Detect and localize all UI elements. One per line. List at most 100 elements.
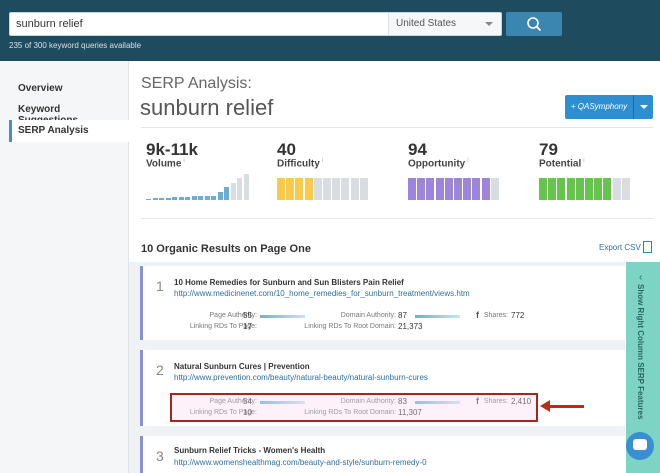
metric-segment bbox=[286, 178, 295, 200]
metric-segment bbox=[539, 178, 547, 200]
divider bbox=[141, 218, 653, 219]
result-rank: 1 bbox=[156, 278, 164, 294]
shares-value: 772 bbox=[511, 311, 525, 320]
metric-segment bbox=[575, 178, 584, 200]
volume-bar bbox=[191, 196, 197, 200]
metric-segment bbox=[304, 178, 313, 200]
volume-value: 9k-11k bbox=[146, 140, 198, 159]
volume-bar bbox=[152, 198, 158, 200]
sidebar-item-overview[interactable]: Overview bbox=[9, 78, 129, 100]
volume-bar bbox=[217, 191, 223, 200]
volume-bar bbox=[237, 178, 242, 200]
volume-bar bbox=[178, 197, 184, 200]
volume-bar bbox=[146, 198, 151, 200]
download-icon[interactable] bbox=[643, 241, 652, 253]
metric-segment bbox=[277, 178, 285, 200]
quota-text: 235 of 300 keyword queries available bbox=[9, 41, 142, 50]
chevron-down-icon bbox=[485, 22, 493, 26]
sidebar-item-keyword-suggestions[interactable]: Keyword Suggestions bbox=[9, 99, 129, 126]
difficulty-label: Difficulty i bbox=[277, 158, 324, 170]
metric-segment bbox=[603, 178, 612, 200]
difficulty-value: 40 bbox=[277, 140, 296, 159]
result-rank: 2 bbox=[156, 362, 164, 378]
volume-bar bbox=[224, 187, 229, 200]
volume-bar bbox=[243, 173, 249, 200]
result-title[interactable]: Sunburn Relief Tricks - Women's Health bbox=[174, 446, 325, 455]
country-select[interactable]: United States bbox=[388, 13, 501, 35]
sidebar: Overview Keyword Suggestions SERP Analys… bbox=[0, 61, 129, 473]
linking-rds-page-value: 17 bbox=[243, 322, 252, 331]
metric-segment bbox=[359, 178, 368, 200]
metric-segment bbox=[444, 178, 453, 200]
domain-authority-bar bbox=[415, 315, 460, 318]
info-icon: i bbox=[183, 158, 185, 164]
metric-segment bbox=[472, 178, 481, 200]
results-heading: 10 Organic Results on Page One bbox=[141, 243, 311, 255]
volume-bar bbox=[172, 197, 177, 200]
metric-segment bbox=[490, 178, 499, 200]
opportunity-value: 94 bbox=[408, 140, 427, 159]
result-title[interactable]: 10 Home Remedies for Sunburn and Sun Bli… bbox=[174, 278, 404, 287]
page-authority-value: 55 bbox=[243, 311, 252, 320]
metric-segment bbox=[585, 178, 593, 200]
metric-segment bbox=[557, 178, 566, 200]
metric-segment bbox=[350, 178, 359, 200]
result-rank: 3 bbox=[156, 448, 164, 464]
domain-authority-label: Domain Authority: bbox=[340, 312, 396, 319]
metric-segment bbox=[426, 178, 435, 200]
metric-segment bbox=[313, 178, 322, 200]
qasymphony-button-label: + QASymphony bbox=[570, 102, 628, 111]
result-card: 1 10 Home Remedies for Sunburn and Sun B… bbox=[140, 266, 626, 340]
highlight-box bbox=[170, 393, 538, 422]
metric-segment bbox=[332, 178, 341, 200]
volume-bar bbox=[159, 197, 164, 200]
potential-value: 79 bbox=[539, 140, 558, 159]
metric-segment bbox=[341, 178, 350, 200]
volume-bar bbox=[230, 182, 236, 200]
qasymphony-dropdown-toggle[interactable] bbox=[633, 95, 653, 119]
metric-segment bbox=[323, 178, 331, 200]
export-csv-link[interactable]: Export CSV bbox=[599, 243, 641, 252]
side-panel-label: Show Right Column SERP Features bbox=[636, 284, 645, 420]
metric-segment bbox=[295, 178, 304, 200]
shares-label: Shares: bbox=[483, 312, 508, 319]
volume-bar bbox=[211, 196, 216, 200]
chevron-down-icon bbox=[640, 105, 648, 109]
metric-segment bbox=[435, 178, 444, 200]
page-authority-bar bbox=[260, 315, 305, 318]
result-title[interactable]: Natural Sunburn Cures | Prevention bbox=[174, 362, 310, 371]
page-title: sunburn relief bbox=[140, 95, 274, 120]
info-icon: i bbox=[467, 158, 469, 164]
divider bbox=[141, 127, 653, 128]
metric-segment bbox=[463, 178, 472, 200]
info-icon: i bbox=[321, 158, 324, 164]
arrow-left-icon bbox=[540, 400, 550, 412]
qasymphony-button[interactable]: + QASymphony bbox=[565, 95, 653, 119]
result-url[interactable]: http://www.medicinenet.com/10_home_remed… bbox=[174, 289, 470, 298]
volume-label: Volume i bbox=[146, 158, 185, 170]
chevron-left-icon: ‹ bbox=[639, 272, 643, 283]
volume-bar bbox=[165, 197, 171, 200]
metric-segment bbox=[408, 178, 416, 200]
volume-bar bbox=[198, 196, 203, 200]
search-button[interactable] bbox=[506, 12, 562, 36]
linking-rds-domain-label: Linking RDs To Root Domain: bbox=[304, 323, 396, 330]
metric-segment bbox=[594, 178, 603, 200]
metric-segment bbox=[481, 178, 490, 200]
search-icon bbox=[527, 17, 542, 32]
metric-segment bbox=[566, 178, 575, 200]
volume-bar bbox=[185, 196, 190, 200]
chat-button[interactable] bbox=[626, 432, 654, 460]
top-bar: sunburn relief United States 235 of 300 … bbox=[0, 0, 660, 61]
potential-label: Potential i bbox=[539, 158, 585, 170]
result-url[interactable]: http://www.womenshealthmag.com/beauty-an… bbox=[174, 458, 427, 467]
metric-segment bbox=[548, 178, 557, 200]
chat-icon bbox=[633, 439, 647, 450]
metric-segment bbox=[454, 178, 462, 200]
sidebar-item-serp-analysis[interactable]: SERP Analysis bbox=[9, 120, 129, 142]
result-url[interactable]: http://www.prevention.com/beauty/natural… bbox=[174, 373, 428, 382]
metric-segment bbox=[417, 178, 426, 200]
result-card: 3 Sunburn Relief Tricks - Women's Health… bbox=[140, 436, 626, 473]
annotation-arrow bbox=[547, 405, 584, 408]
volume-bar bbox=[204, 195, 210, 200]
